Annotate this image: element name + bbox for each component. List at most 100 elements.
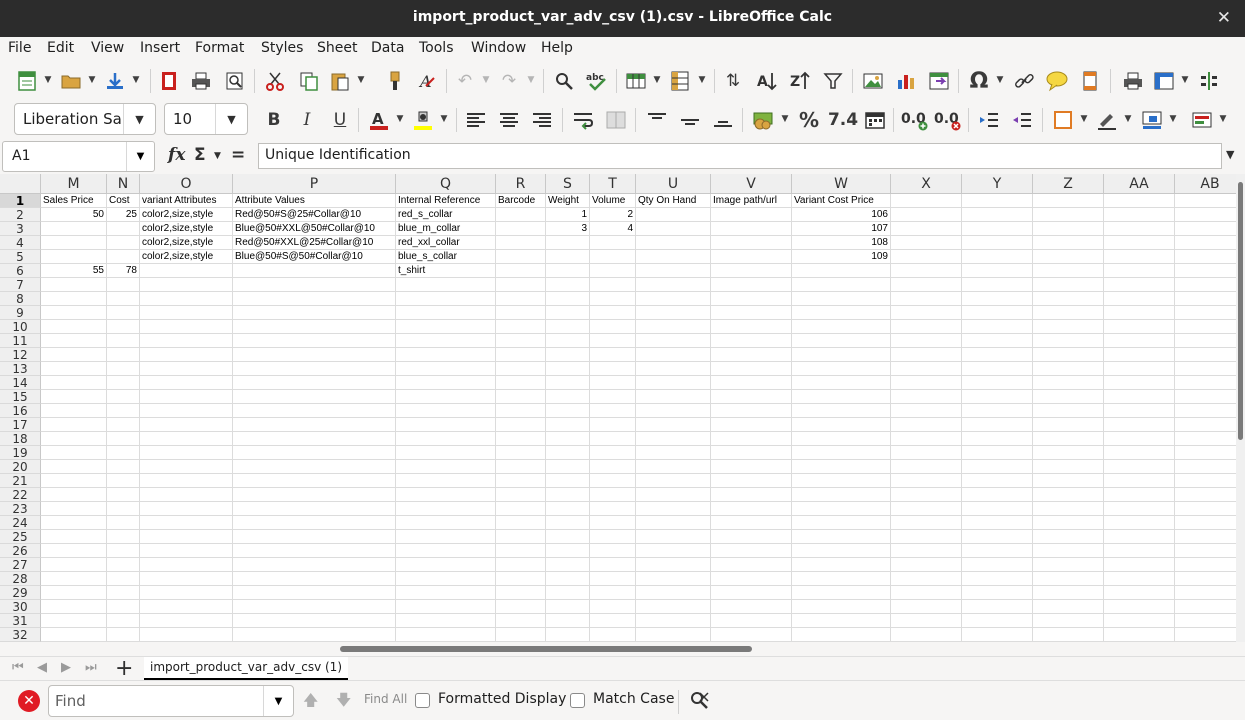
cell-w4[interactable]: 108 <box>792 236 890 250</box>
sum-dropdown-arrow[interactable]: ▼ <box>214 151 221 161</box>
cell-q5[interactable]: blue_s_collar <box>396 250 495 264</box>
chevron-down-icon[interactable]: ▼ <box>263 686 293 716</box>
currency-format-icon[interactable] <box>751 107 777 133</box>
row-header-17[interactable]: 17 <box>0 418 41 432</box>
redo-icon[interactable]: ↷ <box>496 68 522 94</box>
open-dropdown-arrow[interactable]: ▼ <box>87 70 97 90</box>
close-find-bar-icon[interactable]: ✕ <box>18 690 40 712</box>
row-header-2[interactable]: 2 <box>0 208 41 222</box>
menu-tools[interactable]: Tools <box>419 40 454 56</box>
cell-s3[interactable]: 3 <box>546 222 589 236</box>
row-header-29[interactable]: 29 <box>0 586 41 600</box>
row-header-7[interactable]: 7 <box>0 278 41 292</box>
last-sheet-icon[interactable]: ⏭ <box>85 660 97 675</box>
bold-icon[interactable]: B <box>261 107 287 133</box>
column-header-q[interactable]: Q <box>396 174 496 194</box>
find-previous-icon[interactable]: 🡅 <box>303 690 318 715</box>
highlight-color-icon[interactable] <box>410 107 436 133</box>
paste-dropdown-arrow[interactable]: ▼ <box>356 70 366 90</box>
cell-n1[interactable]: Cost <box>107 194 139 208</box>
font-name-combobox[interactable]: Liberation Sa ▼ <box>14 103 156 135</box>
next-sheet-icon[interactable]: ▶ <box>61 660 71 675</box>
decrease-indent-icon[interactable] <box>1009 107 1035 133</box>
align-center-icon[interactable] <box>496 107 522 133</box>
row-header-15[interactable]: 15 <box>0 390 41 404</box>
find-all-button[interactable]: Find All <box>364 692 407 706</box>
menu-styles[interactable]: Styles <box>261 40 303 56</box>
first-sheet-icon[interactable]: ⏮ <box>12 660 24 675</box>
cell-o3[interactable]: color2,size,style <box>140 222 232 236</box>
row-header-19[interactable]: 19 <box>0 446 41 460</box>
copy-icon[interactable] <box>296 68 322 94</box>
border-color-icon[interactable] <box>1139 107 1165 133</box>
menu-file[interactable]: File <box>8 40 31 56</box>
cut-icon[interactable] <box>262 68 288 94</box>
menu-insert[interactable]: Insert <box>140 40 180 56</box>
redo-dropdown-arrow[interactable]: ▼ <box>526 70 536 90</box>
sheet-tab-1[interactable]: import_product_var_adv_csv (1) <box>144 657 348 680</box>
column-header-aa[interactable]: AA <box>1104 174 1175 194</box>
menu-view[interactable]: View <box>91 40 124 56</box>
special-character-icon[interactable]: Ω <box>966 68 992 94</box>
save-icon[interactable] <box>102 68 128 94</box>
cell-s2[interactable]: 1 <box>546 208 589 222</box>
find-input[interactable] <box>55 690 260 712</box>
pivot-table-icon[interactable] <box>926 68 952 94</box>
select-all-corner[interactable] <box>0 174 41 194</box>
number-format-icon[interactable]: 7.4 <box>828 107 858 133</box>
save-dropdown-arrow[interactable]: ▼ <box>131 70 141 90</box>
font-color-icon[interactable]: A <box>366 107 392 133</box>
cell-q2[interactable]: red_s_collar <box>396 208 495 222</box>
chevron-down-icon[interactable]: ▼ <box>215 104 247 134</box>
expand-formula-bar-icon[interactable]: ▼ <box>1226 148 1234 161</box>
cell-p4[interactable]: Red@50#XXL@25#Collar@10 <box>233 236 395 250</box>
cell-t1[interactable]: Volume <box>590 194 635 208</box>
sort-icon[interactable]: ⇅ <box>720 68 746 94</box>
row-header-32[interactable]: 32 <box>0 628 41 642</box>
cell-o1[interactable]: variant Attributes <box>140 194 232 208</box>
menu-edit[interactable]: Edit <box>47 40 74 56</box>
horizontal-scrollbar[interactable] <box>0 642 1245 656</box>
sum-icon[interactable]: Σ <box>194 145 206 165</box>
row-header-25[interactable]: 25 <box>0 530 41 544</box>
row-header-11[interactable]: 11 <box>0 334 41 348</box>
cell-m1[interactable]: Sales Price <box>41 194 106 208</box>
cell-w2[interactable]: 106 <box>792 208 890 222</box>
borders-icon[interactable] <box>1050 107 1076 133</box>
menu-sheet[interactable]: Sheet <box>317 40 357 56</box>
sort-descending-icon[interactable]: Z <box>787 68 813 94</box>
column-icon[interactable] <box>667 68 693 94</box>
freeze-rows-columns-icon[interactable] <box>1151 68 1177 94</box>
cell-q1[interactable]: Internal Reference <box>396 194 495 208</box>
find-replace-icon[interactable] <box>686 687 712 713</box>
row-header-8[interactable]: 8 <box>0 292 41 306</box>
split-window-icon[interactable] <box>1196 68 1222 94</box>
match-case-checkbox[interactable] <box>570 693 585 708</box>
row-header-27[interactable]: 27 <box>0 558 41 572</box>
column-header-r[interactable]: R <box>496 174 546 194</box>
headers-footers-icon[interactable] <box>1077 68 1103 94</box>
clone-formatting-icon[interactable] <box>382 68 408 94</box>
row-header-30[interactable]: 30 <box>0 600 41 614</box>
column-dropdown-arrow[interactable]: ▼ <box>697 70 707 90</box>
increase-indent-icon[interactable] <box>976 107 1002 133</box>
cell-t2[interactable]: 2 <box>590 208 635 222</box>
column-header-t[interactable]: T <box>590 174 636 194</box>
find-next-icon[interactable]: 🡇 <box>336 690 351 715</box>
formula-equals-icon[interactable]: = <box>231 145 245 165</box>
cell-p3[interactable]: Blue@50#XXL@50#Collar@10 <box>233 222 395 236</box>
cell-w1[interactable]: Variant Cost Price <box>792 194 890 208</box>
insert-image-icon[interactable] <box>860 68 886 94</box>
autofilter-icon[interactable] <box>820 68 846 94</box>
cell-n2[interactable]: 25 <box>107 208 139 222</box>
highlight-dropdown-arrow[interactable]: ▼ <box>439 109 449 129</box>
italic-icon[interactable]: I <box>294 107 320 133</box>
horizontal-scroll-thumb[interactable] <box>340 646 752 652</box>
menu-help[interactable]: Help <box>541 40 573 56</box>
chevron-down-icon[interactable]: ▼ <box>126 142 154 171</box>
row-header-21[interactable]: 21 <box>0 474 41 488</box>
column-header-n[interactable]: N <box>107 174 140 194</box>
column-header-p[interactable]: P <box>233 174 396 194</box>
column-header-ab[interactable]: AB <box>1175 174 1245 194</box>
cell-o5[interactable]: color2,size,style <box>140 250 232 264</box>
